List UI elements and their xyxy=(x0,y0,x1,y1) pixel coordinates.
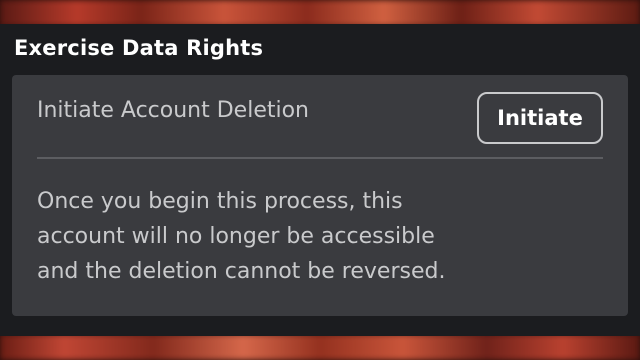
section-title: Exercise Data Rights xyxy=(14,36,264,60)
description-line: Once you begin this process, this xyxy=(37,189,403,214)
background-top-blur xyxy=(0,0,640,26)
account-deletion-label: Initiate Account Deletion xyxy=(37,98,310,123)
deletion-description: Once you begin this process, this accoun… xyxy=(37,184,597,289)
background-bottom-blur xyxy=(0,334,640,360)
divider xyxy=(37,157,603,159)
description-line: and the deletion cannot be reversed. xyxy=(37,259,446,284)
description-line: account will no longer be accessible xyxy=(37,224,435,249)
initiate-button[interactable]: Initiate xyxy=(477,92,603,144)
